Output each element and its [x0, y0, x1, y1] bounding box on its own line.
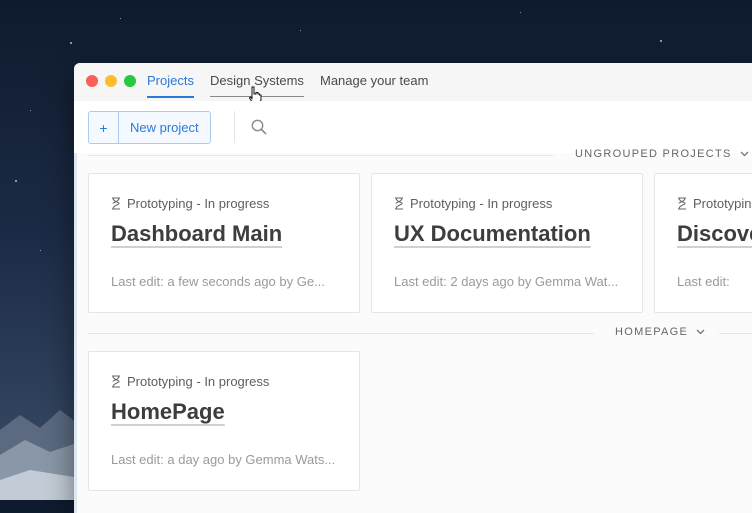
last-edit-text: Last edit: a day ago by Gemma Wats... — [111, 452, 336, 467]
mountain-silhouette — [0, 410, 80, 500]
last-edit-text: Last edit: a few seconds ago by Ge... — [111, 274, 325, 289]
projects-content: UNGROUPED PROJECTS Prototyping - In prog… — [74, 148, 752, 513]
group-divider — [88, 155, 553, 156]
group-header-homepage[interactable]: HOMEPAGE — [615, 326, 705, 338]
hourglass-icon — [112, 375, 120, 388]
close-window-button[interactable] — [86, 75, 98, 87]
group-header-ungrouped[interactable]: UNGROUPED PROJECTS — [575, 148, 749, 160]
project-title[interactable]: UX Documentation — [394, 221, 591, 247]
hourglass-icon — [395, 197, 403, 210]
chevron-down-icon — [696, 329, 705, 335]
group-divider — [719, 333, 752, 334]
project-card[interactable]: Prototyping - In progress Dashboard Main… — [88, 173, 360, 313]
minimize-window-button[interactable] — [105, 75, 117, 87]
project-title[interactable]: Discove — [677, 221, 752, 247]
new-project-button-group: + New project — [88, 111, 211, 144]
left-edge-stripe — [74, 153, 77, 513]
group-divider — [88, 333, 594, 334]
last-edit-text: Last edit: 2 days ago by Gemma Wat... — [394, 274, 619, 289]
new-project-button[interactable]: New project — [119, 112, 210, 143]
toolbar: + New project — [74, 101, 752, 153]
project-status: Prototyping — [677, 196, 752, 211]
chevron-down-icon — [740, 151, 749, 157]
add-project-button[interactable]: + — [89, 112, 119, 143]
search-icon[interactable] — [250, 118, 268, 136]
tab-projects[interactable]: Projects — [147, 73, 194, 98]
group-header-label: HOMEPAGE — [615, 326, 689, 338]
toolbar-divider — [234, 111, 235, 143]
title-bar: Projects Design Systems Manage your team — [74, 63, 752, 104]
project-status: Prototyping - In progress — [111, 196, 269, 211]
project-title[interactable]: Dashboard Main — [111, 221, 282, 247]
hourglass-icon — [678, 197, 686, 210]
tab-manage-your-team[interactable]: Manage your team — [320, 73, 428, 96]
maximize-window-button[interactable] — [124, 75, 136, 87]
project-title[interactable]: HomePage — [111, 399, 225, 425]
last-edit-text: Last edit: — [677, 274, 730, 289]
project-card[interactable]: Prototyping Discove Last edit: — [654, 173, 752, 313]
group-header-label: UNGROUPED PROJECTS — [575, 148, 732, 160]
project-card[interactable]: Prototyping - In progress HomePage Last … — [88, 351, 360, 491]
project-status: Prototyping - In progress — [394, 196, 552, 211]
hourglass-icon — [112, 197, 120, 210]
project-status: Prototyping - In progress — [111, 374, 269, 389]
project-card[interactable]: Prototyping - In progress UX Documentati… — [371, 173, 643, 313]
app-window: Projects Design Systems Manage your team… — [74, 63, 752, 513]
